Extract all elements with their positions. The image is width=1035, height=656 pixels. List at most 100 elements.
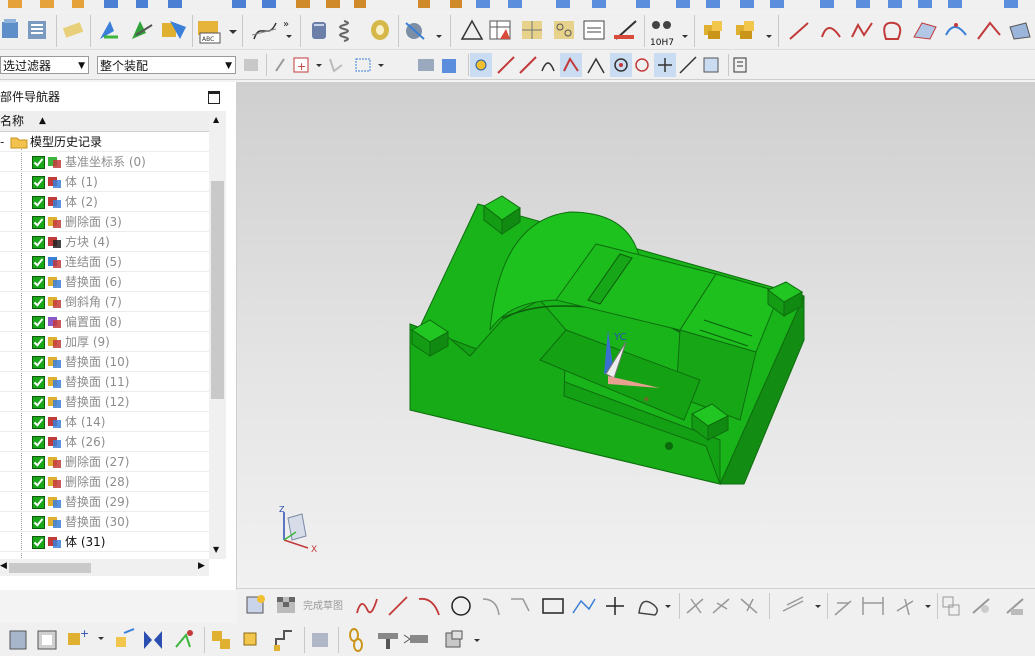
model-canvas[interactable]: YC ✳ Z X xyxy=(237,82,1035,588)
visibility-checkbox[interactable] xyxy=(32,276,45,289)
tolerance-label[interactable]: 10H7 xyxy=(650,38,674,48)
mirror-icon[interactable] xyxy=(144,631,162,649)
eraser-icon[interactable] xyxy=(62,22,84,38)
finish-sketch-label[interactable]: 完成草图 xyxy=(303,599,343,612)
tool-icon[interactable] xyxy=(403,634,428,644)
visibility-checkbox[interactable] xyxy=(32,316,45,329)
gear-assembly-icon[interactable] xyxy=(405,22,425,40)
selection-filter-dropdown[interactable]: 选过滤器 ▼ xyxy=(0,56,89,74)
visibility-checkbox[interactable] xyxy=(32,256,45,269)
visibility-checkbox[interactable] xyxy=(32,296,45,309)
pointer-move-icon[interactable] xyxy=(100,21,118,39)
add-component-icon[interactable]: + xyxy=(68,627,89,645)
visibility-checkbox[interactable] xyxy=(32,356,45,369)
tree-item[interactable]: 替换面 (29) xyxy=(0,492,209,512)
pencil-dimension-icon[interactable] xyxy=(614,20,637,40)
text-annotation-icon[interactable]: ABC xyxy=(198,21,221,44)
collapse-icon[interactable]: - xyxy=(0,132,4,152)
polyline-icon[interactable] xyxy=(572,598,596,614)
visibility-checkbox[interactable] xyxy=(32,516,45,529)
sketch-arc-icon[interactable] xyxy=(418,597,440,616)
cube-select-icon[interactable] xyxy=(442,59,456,73)
tree-item[interactable]: 偏置面 (8) xyxy=(0,312,209,332)
tree-item[interactable]: 体 (31) xyxy=(0,532,209,552)
rectangle-icon[interactable] xyxy=(542,598,564,614)
relations-icon[interactable] xyxy=(972,598,990,614)
revolve-icon[interactable] xyxy=(37,630,57,650)
cylinder-icon[interactable] xyxy=(312,22,326,39)
constraint-assembly-icon[interactable] xyxy=(175,630,193,648)
snap-on-curve-icon[interactable] xyxy=(679,56,697,74)
snap-curve-icon[interactable] xyxy=(541,62,555,72)
tree-item[interactable]: 方块 (4) xyxy=(0,232,209,252)
column-header-name[interactable]: 名称 ▲ xyxy=(0,111,209,132)
sketch-icon[interactable] xyxy=(246,595,265,614)
snap-quadrant-icon[interactable] xyxy=(635,58,649,72)
profile-icon[interactable] xyxy=(356,598,378,614)
general-select-icon[interactable] xyxy=(244,59,258,71)
visibility-checkbox[interactable] xyxy=(32,196,45,209)
show-constraints-icon[interactable] xyxy=(942,596,960,616)
sketch-circle-icon[interactable] xyxy=(451,596,471,616)
quick-trim-icon[interactable] xyxy=(686,598,704,614)
visibility-checkbox[interactable] xyxy=(32,176,45,189)
object-display-icon[interactable] xyxy=(162,21,186,39)
bearing-icon[interactable] xyxy=(371,20,389,40)
move-component-icon[interactable] xyxy=(116,628,135,647)
solid-select-icon[interactable] xyxy=(418,59,434,71)
chamfer-sketch-icon[interactable] xyxy=(511,598,530,612)
pattern-icon[interactable] xyxy=(554,21,574,39)
offset-curve-icon[interactable] xyxy=(782,596,804,612)
tree-item[interactable]: 加厚 (9) xyxy=(0,332,209,352)
visibility-checkbox[interactable] xyxy=(32,156,45,169)
tree-item[interactable]: 倒斜角 (7) xyxy=(0,292,209,312)
horizontal-scroll-thumb[interactable] xyxy=(9,563,91,573)
wave-link-icon[interactable] xyxy=(312,633,328,647)
sketch-line-icon[interactable] xyxy=(388,596,408,616)
scope-dropdown[interactable]: 整个装配 ▼ xyxy=(97,56,236,74)
sort-ascending-icon[interactable]: ▲ xyxy=(39,111,46,131)
tree-item[interactable]: 删除面 (28) xyxy=(0,472,209,492)
spline-icon[interactable] xyxy=(851,22,873,38)
table-icon[interactable] xyxy=(489,20,511,40)
tree-item[interactable]: 删除面 (27) xyxy=(0,452,209,472)
point-icon[interactable] xyxy=(606,597,624,615)
sequence-icon[interactable] xyxy=(274,630,292,651)
tree-item[interactable]: 体 (14) xyxy=(0,412,209,432)
component-icon[interactable] xyxy=(736,21,754,39)
pattern-component-icon[interactable] xyxy=(212,631,230,649)
auto-constraint-icon[interactable] xyxy=(896,598,914,616)
scroll-right-icon[interactable]: ▶ xyxy=(198,561,205,571)
visibility-checkbox[interactable] xyxy=(32,416,45,429)
tree-item[interactable]: 体 (26) xyxy=(0,432,209,452)
extrude-icon[interactable] xyxy=(9,630,27,650)
quick-pick-icon[interactable] xyxy=(733,57,747,73)
grid-point-icon[interactable] xyxy=(522,21,542,39)
select-feature-icon[interactable] xyxy=(275,58,285,72)
visibility-checkbox[interactable] xyxy=(32,216,45,229)
arc-icon[interactable] xyxy=(821,27,841,38)
visibility-checkbox[interactable] xyxy=(32,476,45,489)
tree-item[interactable]: 替换面 (11) xyxy=(0,372,209,392)
sketch-spline-icon[interactable] xyxy=(638,600,658,616)
visibility-checkbox[interactable] xyxy=(32,496,45,509)
tree-item[interactable]: 基准坐标系 (0) xyxy=(0,152,209,172)
tree-root-row[interactable]: - 模型历史记录 xyxy=(0,132,209,152)
layer-settings-icon[interactable] xyxy=(28,21,46,39)
finish-sketch-flag-icon[interactable] xyxy=(277,597,295,613)
inference-settings-icon[interactable] xyxy=(1006,598,1024,615)
visibility-checkbox[interactable] xyxy=(32,396,45,409)
tree-item[interactable]: 删除面 (3) xyxy=(0,212,209,232)
make-corner-icon[interactable] xyxy=(740,598,758,614)
tree-item[interactable]: 体 (1) xyxy=(0,172,209,192)
visibility-checkbox[interactable] xyxy=(32,336,45,349)
curve-tool-icon[interactable] xyxy=(251,22,277,40)
line-icon[interactable] xyxy=(789,22,809,40)
visibility-checkbox[interactable] xyxy=(32,436,45,449)
tree-item[interactable]: 体 (2) xyxy=(0,192,209,212)
fillet-icon[interactable] xyxy=(482,598,500,616)
pointer-rotate-icon[interactable] xyxy=(132,21,153,39)
chain-link-icon[interactable] xyxy=(349,628,363,652)
triangle-icon[interactable] xyxy=(460,19,484,40)
binoculars-icon[interactable] xyxy=(652,21,671,29)
